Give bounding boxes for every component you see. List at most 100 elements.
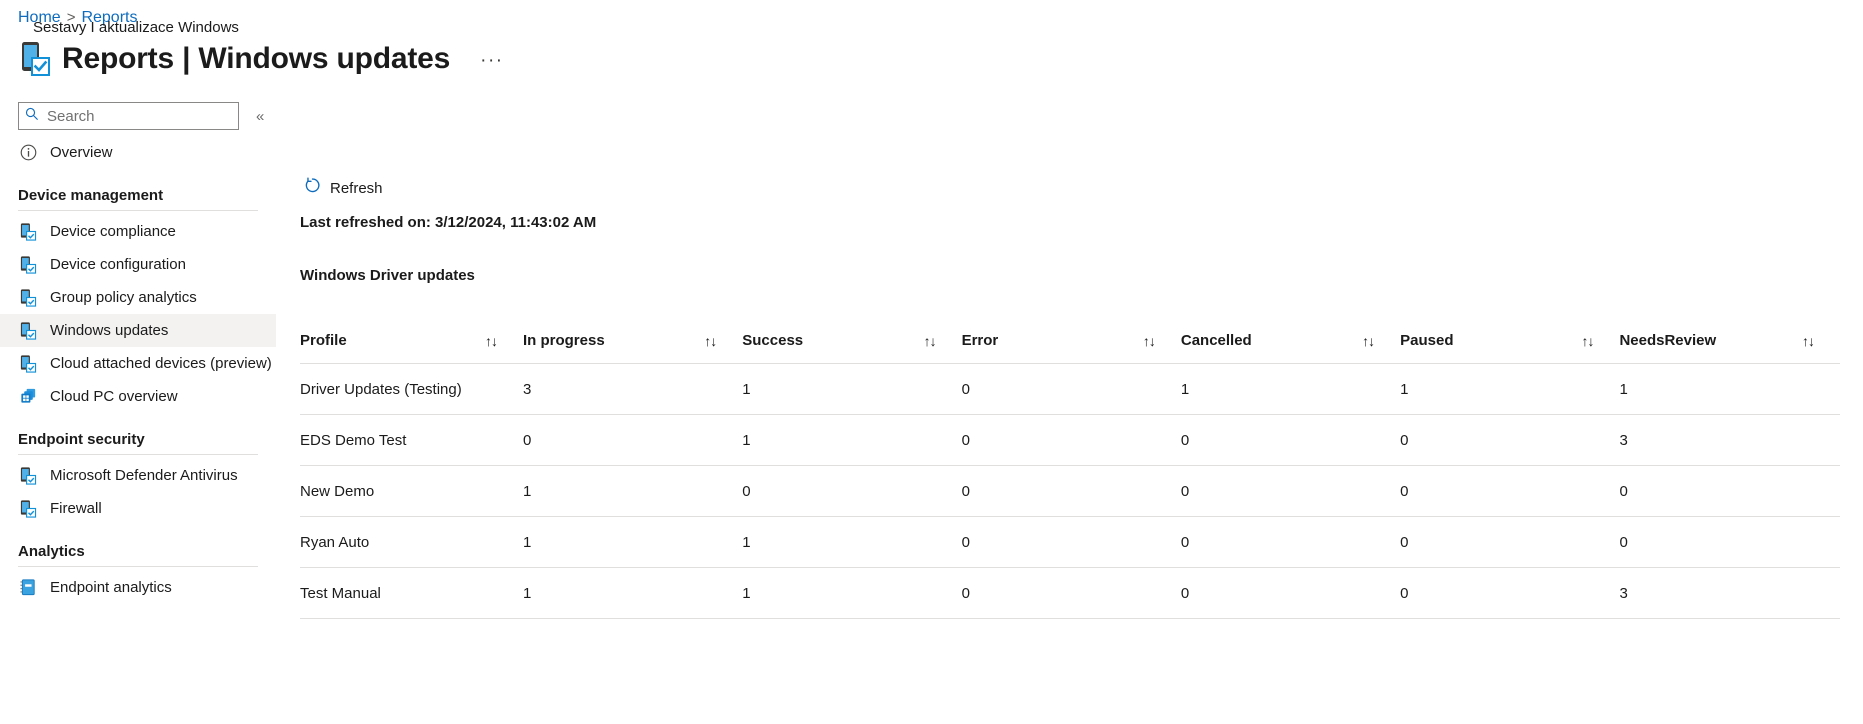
column-header-needsreview[interactable]: NeedsReview↑↓ [1619, 332, 1840, 364]
divider [18, 210, 258, 211]
column-header-label: Paused [1400, 332, 1453, 349]
search-icon [25, 107, 39, 126]
sort-icon[interactable]: ↑↓ [704, 333, 716, 349]
device-check-icon [18, 288, 38, 308]
table-row[interactable]: New Demo 1 0 0 0 0 0 [300, 466, 1840, 517]
device-check-icon [18, 222, 38, 242]
table-row[interactable]: EDS Demo Test 0 1 0 0 0 3 [300, 415, 1840, 466]
column-header-paused[interactable]: Paused ↑↓ [1400, 332, 1619, 364]
cell-cancelled: 1 [1181, 364, 1400, 415]
cell-success: 0 [742, 466, 961, 517]
sidebar-item-label: Endpoint analytics [50, 579, 172, 596]
cell-needsreview: 3 [1619, 568, 1840, 619]
refresh-button[interactable]: Refresh [300, 174, 387, 202]
device-check-icon [18, 255, 38, 275]
cell-cancelled: 0 [1181, 568, 1400, 619]
sidebar-item-label: Cloud attached devices (preview) [50, 355, 272, 372]
cell-profile: Driver Updates (Testing) [300, 364, 523, 415]
main-content: Refresh Last refreshed on: 3/12/2024, 11… [276, 96, 1863, 724]
cell-success: 1 [742, 364, 961, 415]
sidebar-item-cloud-pc-overview[interactable]: Cloud PC overview [0, 380, 276, 413]
column-header-label: Error [962, 332, 999, 349]
sort-icon[interactable]: ↑↓ [1581, 333, 1593, 349]
sidebar-item-label: Device compliance [50, 223, 176, 240]
table-header-row: Profile ↑↓ In progress↑↓ Success ↑↓ Error ↑… [300, 332, 1840, 364]
cell-success: 1 [742, 568, 961, 619]
sidebar-item-label: Microsoft Defender Antivirus [50, 467, 238, 484]
cell-error: 0 [962, 568, 1181, 619]
refresh-icon [304, 177, 321, 199]
more-options-button[interactable]: ··· [474, 52, 509, 70]
section-title-windows-driver-updates: Windows Driver updates [300, 267, 1863, 284]
sidebar-item-endpoint-analytics[interactable]: Endpoint analytics [0, 571, 276, 604]
sidebar-item-microsoft-defender-antivirus[interactable]: Microsoft Defender Antivirus [0, 459, 276, 492]
sidebar-item-label: Windows updates [50, 322, 168, 339]
cell-error: 0 [962, 364, 1181, 415]
cell-paused: 0 [1400, 568, 1619, 619]
cloud-pc-icon [18, 387, 38, 407]
page-header: Reports | Windows updates ··· [18, 36, 510, 82]
cell-success: 1 [742, 517, 961, 568]
cell-in-progress: 1 [523, 568, 742, 619]
table-row[interactable]: Driver Updates (Testing) 3 1 0 1 1 1 [300, 364, 1840, 415]
divider [18, 454, 258, 455]
table-row[interactable]: Test Manual 1 1 0 0 0 3 [300, 568, 1840, 619]
column-header-error[interactable]: Error ↑↓ [962, 332, 1181, 364]
cell-profile: Ryan Auto [300, 517, 523, 568]
notebook-icon [18, 578, 38, 598]
column-header-success[interactable]: Success ↑↓ [742, 332, 961, 364]
sort-icon[interactable]: ↑↓ [1802, 333, 1814, 349]
cell-paused: 0 [1400, 466, 1619, 517]
column-header-label: Profile [300, 332, 347, 349]
cell-cancelled: 0 [1181, 466, 1400, 517]
cell-paused: 1 [1400, 364, 1619, 415]
page-title: Reports | Windows updates [62, 41, 450, 77]
refresh-button-label: Refresh [330, 180, 383, 197]
cell-in-progress: 1 [523, 517, 742, 568]
last-refreshed-text: Last refreshed on: 3/12/2024, 11:43:02 A… [300, 214, 1863, 231]
sidebar-item-label: Group policy analytics [50, 289, 197, 306]
sort-icon[interactable]: ↑↓ [924, 333, 936, 349]
column-header-label: Success [742, 332, 803, 349]
cell-paused: 0 [1400, 517, 1619, 568]
sidebar-item-device-compliance[interactable]: Device compliance [0, 215, 276, 248]
cell-paused: 0 [1400, 415, 1619, 466]
cell-needsreview: 0 [1619, 466, 1840, 517]
sidebar-item-cloud-attached-devices[interactable]: Cloud attached devices (preview) [0, 347, 276, 380]
column-header-profile[interactable]: Profile ↑↓ [300, 332, 523, 364]
sort-icon[interactable]: ↑↓ [1362, 333, 1374, 349]
sort-icon[interactable]: ↑↓ [485, 333, 497, 349]
sidebar-item-overview[interactable]: Overview [0, 136, 276, 169]
cell-needsreview: 1 [1619, 364, 1840, 415]
divider [18, 566, 258, 567]
cell-success: 1 [742, 415, 961, 466]
search-box[interactable] [18, 102, 239, 130]
driver-updates-table: Profile ↑↓ In progress↑↓ Success ↑↓ Error ↑… [300, 332, 1840, 619]
column-header-cancelled[interactable]: Cancelled↑↓ [1181, 332, 1400, 364]
sidebar-section-title-device-management: Device management [0, 169, 276, 204]
info-icon [18, 143, 38, 163]
device-check-icon [18, 354, 38, 374]
sidebar-item-group-policy-analytics[interactable]: Group policy analytics [0, 281, 276, 314]
cell-needsreview: 3 [1619, 415, 1840, 466]
search-input[interactable] [45, 107, 232, 126]
sidebar-item-label: Cloud PC overview [50, 388, 178, 405]
sidebar-item-label: Firewall [50, 500, 102, 517]
cell-cancelled: 0 [1181, 517, 1400, 568]
cell-in-progress: 0 [523, 415, 742, 466]
cell-profile: EDS Demo Test [300, 415, 523, 466]
sidebar-item-device-configuration[interactable]: Device configuration [0, 248, 276, 281]
table-row[interactable]: Ryan Auto 1 1 0 0 0 0 [300, 517, 1840, 568]
cell-error: 0 [962, 466, 1181, 517]
sidebar-item-firewall[interactable]: Firewall [0, 492, 276, 525]
column-header-in-progress[interactable]: In progress↑↓ [523, 332, 742, 364]
sort-icon[interactable]: ↑↓ [1143, 333, 1155, 349]
cell-in-progress: 1 [523, 466, 742, 517]
sidebar-item-windows-updates[interactable]: Windows updates [0, 314, 276, 347]
device-check-icon [18, 321, 38, 341]
device-check-icon [18, 499, 38, 519]
cell-error: 0 [962, 517, 1181, 568]
sidebar-item-label: Overview [50, 144, 113, 161]
chevron-double-left-icon[interactable]: « [252, 107, 268, 126]
cell-profile: New Demo [300, 466, 523, 517]
